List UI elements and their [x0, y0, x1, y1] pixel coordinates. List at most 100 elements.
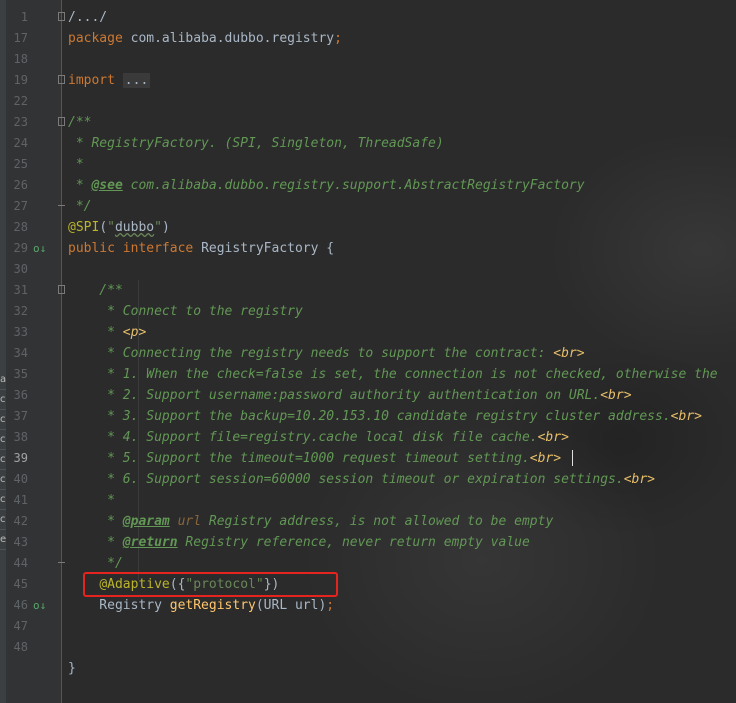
code-token: * — [68, 535, 123, 550]
line-number: 39 — [13, 451, 28, 465]
line-number: 23 — [13, 115, 28, 129]
code-line[interactable]: } — [0, 658, 736, 679]
code-line[interactable]: 18 — [0, 49, 736, 70]
line-number: 42 — [13, 514, 28, 528]
code-text: * 2. Support username:password authority… — [68, 385, 631, 406]
code-line[interactable]: 32 * Connect to the registry — [0, 301, 736, 322]
code-line[interactable]: 33 * <p> — [0, 322, 736, 343]
code-line[interactable]: 17 package com.alibaba.dubbo.registry; — [0, 28, 736, 49]
code-token: * 3. Support the backup=10.20.153.10 can… — [68, 409, 671, 424]
code-text: /** — [68, 280, 123, 301]
line-number: 31 — [13, 283, 28, 297]
line-number: 19 — [13, 73, 28, 87]
line-number: 29 — [13, 241, 28, 255]
code-text: public interface RegistryFactory { — [68, 238, 334, 259]
code-token: <p> — [122, 325, 147, 340]
code-line[interactable]: 31 /** — [0, 280, 736, 301]
code-line[interactable]: 38 * 4. Support file=registry.cache loca… — [0, 427, 736, 448]
code-token: ; — [326, 598, 335, 613]
code-line[interactable]: 37 * 3. Support the backup=10.20.153.10 … — [0, 406, 736, 427]
adaptive-annotation-highlight — [83, 572, 338, 597]
code-line[interactable]: 29 o↓ public interface RegistryFactory { — [0, 238, 736, 259]
implementations-icon[interactable]: o↓ — [33, 242, 46, 255]
code-token: * RegistryFactory. (SPI, Singleton, Thre… — [68, 136, 444, 151]
code-line[interactable]: 30 — [0, 259, 736, 280]
fold-end-icon[interactable] — [58, 205, 65, 206]
code-line[interactable]: 27 */ — [0, 196, 736, 217]
line-number: 32 — [13, 304, 28, 318]
code-line[interactable]: 34 * Connecting the registry needs to su… — [0, 343, 736, 364]
code-token: <br> — [670, 409, 702, 424]
line-number: 28 — [13, 220, 28, 234]
line-number: 18 — [13, 52, 28, 66]
code-text: * 1. When the check=false is set, the co… — [68, 364, 718, 385]
code-line[interactable]: 40 * 6. Support session=60000 session ti… — [0, 469, 736, 490]
line-number: 41 — [13, 493, 28, 507]
code-line[interactable]: 35 * 1. When the check=false is set, the… — [0, 364, 736, 385]
code-token: * — [68, 325, 123, 340]
code-token: * 5. Support the timeout=1000 request ti… — [68, 451, 530, 466]
line-number: 34 — [13, 346, 28, 360]
line-number: 46 — [13, 598, 28, 612]
code-token: * 2. Support username:password authority… — [68, 388, 601, 403]
line-number: 30 — [13, 262, 28, 276]
line-number: 37 — [13, 409, 28, 423]
line-number: 36 — [13, 388, 28, 402]
code-token: * Connecting the registry needs to suppo… — [68, 346, 554, 361]
code-token: @see — [91, 178, 123, 193]
code-line[interactable]: 36 * 2. Support username:password author… — [0, 385, 736, 406]
implementations-icon[interactable]: o↓ — [33, 599, 46, 612]
code-line[interactable]: 44 */ — [0, 553, 736, 574]
code-token: @param — [122, 514, 170, 529]
code-line[interactable]: 43 * @return Registry reference, never r… — [0, 532, 736, 553]
code-text: * — [68, 490, 115, 511]
code-token: " — [154, 220, 162, 235]
code-line[interactable]: 46 o↓ Registry getRegistry(URL url); — [0, 595, 736, 616]
code-token: ; — [334, 31, 342, 46]
code-text: /** — [68, 112, 91, 133]
code-text: /.../ — [68, 7, 107, 28]
fold-toggle-icon[interactable] — [58, 117, 65, 126]
code-line[interactable]: 1 /.../ — [0, 7, 736, 28]
line-number: 27 — [13, 199, 28, 213]
code-line[interactable]: 23 /** — [0, 112, 736, 133]
code-token: Registry address, is not allowed to be e… — [201, 514, 554, 529]
code-line[interactable]: 19 import ... — [0, 70, 736, 91]
code-token: * — [68, 157, 84, 172]
line-number: 22 — [13, 94, 28, 108]
code-line[interactable]: 48 — [0, 637, 736, 658]
line-number: 38 — [13, 430, 28, 444]
code-line[interactable]: 24 * RegistryFactory. (SPI, Singleton, T… — [0, 133, 736, 154]
code-token: ) — [161, 220, 170, 235]
line-number: 17 — [13, 31, 28, 45]
fold-toggle-icon[interactable] — [58, 285, 65, 294]
code-line[interactable]: 47 — [0, 616, 736, 637]
code-token: public interface — [68, 241, 202, 256]
code-text: * Connecting the registry needs to suppo… — [68, 343, 584, 364]
code-token: * 4. Support file=registry.cache local d… — [68, 430, 538, 445]
code-token: * — [68, 514, 123, 529]
code-line[interactable]: 25 * — [0, 154, 736, 175]
code-text: * — [68, 154, 84, 175]
code-line[interactable]: 42 * @param url Registry address, is not… — [0, 511, 736, 532]
code-text: } — [68, 658, 76, 679]
code-text: * @param url Registry address, is not al… — [68, 511, 553, 532]
code-token: dubbo — [114, 220, 155, 235]
code-token: getRegistry — [169, 598, 256, 613]
fold-toggle-icon[interactable] — [58, 12, 65, 21]
code-token: Registry reference, never return empty v… — [177, 535, 530, 550]
code-token: * 6. Support session=60000 session timeo… — [68, 472, 624, 487]
code-line[interactable]: 41 * — [0, 490, 736, 511]
code-token: RegistryFactory { — [201, 241, 335, 256]
fold-end-icon[interactable] — [58, 562, 65, 563]
code-text: import ... — [68, 70, 151, 91]
fold-toggle-icon[interactable] — [58, 75, 65, 84]
code-text: Registry getRegistry(URL url); — [68, 595, 334, 616]
code-text: * RegistryFactory. (SPI, Singleton, Thre… — [68, 133, 444, 154]
code-line[interactable]: 28 @SPI("dubbo") — [0, 217, 736, 238]
code-line[interactable]: 26 * @see com.alibaba.dubbo.registry.sup… — [0, 175, 736, 196]
code-line[interactable]: 39 * 5. Support the timeout=1000 request… — [0, 448, 736, 469]
code-token: <br> — [623, 472, 656, 487]
code-line[interactable]: 22 — [0, 91, 736, 112]
code-token: /** — [68, 115, 92, 130]
